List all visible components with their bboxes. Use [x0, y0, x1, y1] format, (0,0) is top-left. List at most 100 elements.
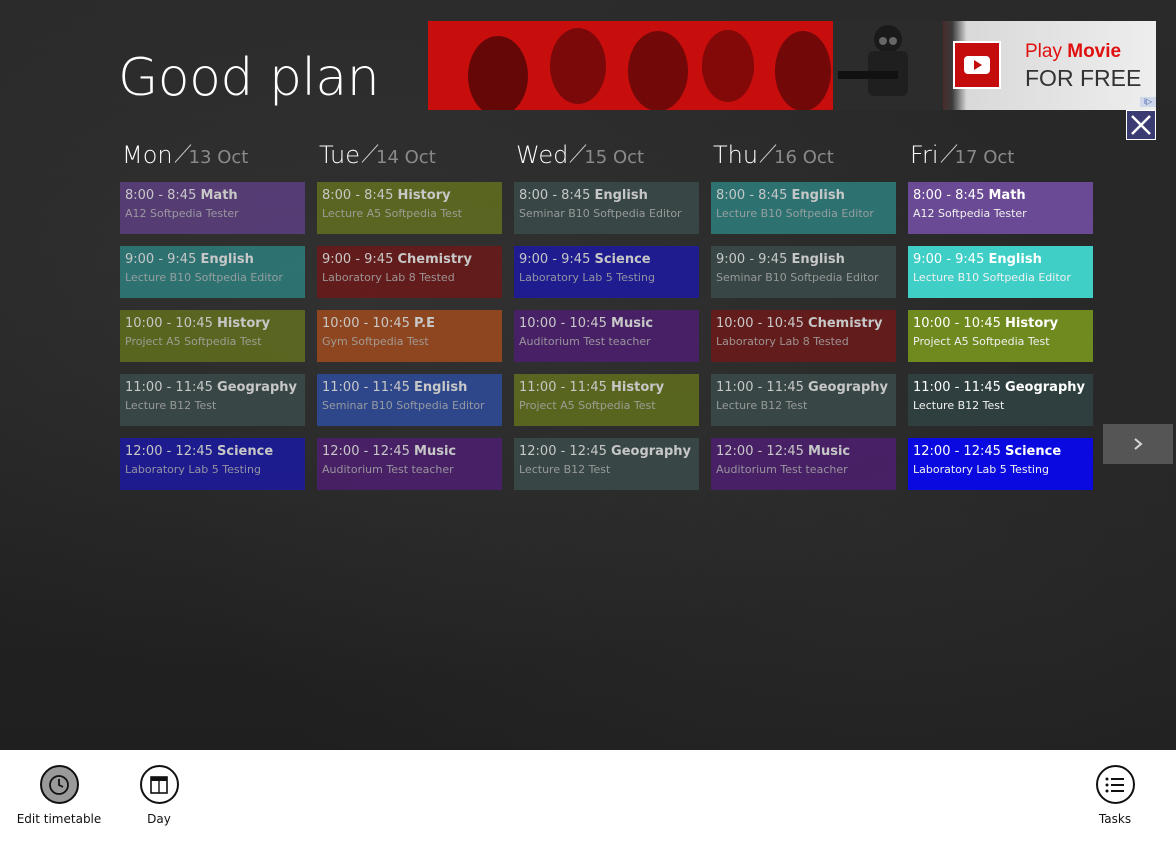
lesson-details: Lecture B10 Softpedia Editor — [716, 207, 874, 220]
edit-timetable-button[interactable]: Edit timetable — [9, 765, 109, 826]
lesson-tile[interactable]: 8:00 - 8:45 English Seminar B10 Softpedia… — [514, 182, 699, 234]
lesson-details: Auditorium Test teacher — [519, 335, 651, 348]
ad-movie-figures-image — [428, 21, 848, 110]
lesson-tile[interactable]: 11:00 - 11:45 Geography Lecture B12 Test — [120, 374, 305, 426]
lesson-tile[interactable]: 8:00 - 8:45 History Lecture A5 Softpedia … — [317, 182, 502, 234]
lesson-time: 11:00 - 11:45 — [125, 380, 213, 395]
lesson-subject: Math — [200, 188, 238, 203]
page-title: Good plan — [118, 48, 380, 108]
day-view-label: Day — [147, 812, 171, 826]
lesson-tile[interactable]: 11:00 - 11:45 Geography Lecture B12 Test — [711, 374, 896, 426]
lesson-time-subject: 11:00 - 11:45 Geography — [716, 379, 896, 397]
lesson-details: Project A5 Softpedia Test — [125, 335, 262, 348]
lesson-subject: History — [611, 380, 665, 395]
timetable-board: Good plan Play Movie FOR FREE i▷ Mon 13 O… — [0, 0, 1176, 750]
calendar-day-icon — [139, 765, 179, 804]
lesson-time: 8:00 - 8:45 — [913, 188, 985, 203]
lesson-time: 11:00 - 11:45 — [716, 380, 804, 395]
lesson-details: Laboratory Lab 8 Tested — [322, 271, 455, 284]
lesson-tile[interactable]: 9:00 - 9:45 Science Laboratory Lab 5 Test… — [514, 246, 699, 298]
lesson-tile[interactable]: 8:00 - 8:45 Math A12 Softpedia Tester — [120, 182, 305, 234]
lesson-tile[interactable]: 10:00 - 10:45 History Project A5 Softpedi… — [120, 310, 305, 362]
lesson-details: Auditorium Test teacher — [322, 463, 454, 476]
lesson-tile[interactable]: 10:00 - 10:45 Chemistry Laboratory Lab 8 … — [711, 310, 896, 362]
day-separator — [358, 141, 376, 167]
day-name: Mon — [122, 141, 173, 169]
lesson-time-subject: 8:00 - 8:45 History — [322, 187, 502, 205]
edit-timetable-label: Edit timetable — [16, 812, 102, 826]
app-bar: Edit timetable Day Tasks — [0, 750, 1176, 854]
lesson-time-subject: 8:00 - 8:45 Math — [125, 187, 305, 205]
close-ad-button[interactable] — [1126, 110, 1156, 140]
day-header-fri: Fri 17 Oct — [910, 141, 1014, 173]
lesson-tile[interactable]: 9:00 - 9:45 Chemistry Laboratory Lab 8 Te… — [317, 246, 502, 298]
lesson-tile[interactable]: 9:00 - 9:45 English Lecture B10 Softpedia… — [908, 246, 1093, 298]
advertisement-banner[interactable]: Play Movie FOR FREE — [428, 21, 1156, 110]
lesson-details: Lecture B12 Test — [519, 463, 611, 476]
lesson-tile[interactable]: 8:00 - 8:45 English Lecture B10 Softpedia… — [711, 182, 896, 234]
lesson-tile[interactable]: 10:00 - 10:45 P.E Gym Softpedia Test — [317, 310, 502, 362]
lesson-tile[interactable]: 12:00 - 12:45 Music Auditorium Test teach… — [711, 438, 896, 490]
lesson-tile[interactable]: 10:00 - 10:45 History Project A5 Softpedi… — [908, 310, 1093, 362]
lesson-time: 12:00 - 12:45 — [322, 444, 410, 459]
lesson-time-subject: 9:00 - 9:45 Science — [519, 251, 699, 269]
day-date: 17 Oct — [954, 147, 1015, 168]
lesson-tile[interactable]: 9:00 - 9:45 English Seminar B10 Softpedia… — [711, 246, 896, 298]
lesson-time: 11:00 - 11:45 — [519, 380, 607, 395]
lesson-details: Laboratory Lab 5 Testing — [125, 463, 261, 476]
tasks-button[interactable]: Tasks — [1065, 765, 1165, 826]
lesson-tile[interactable]: 12:00 - 12:45 Music Auditorium Test teach… — [317, 438, 502, 490]
lesson-details: Lecture B10 Softpedia Editor — [913, 271, 1071, 284]
lesson-time-subject: 11:00 - 11:45 Geography — [913, 379, 1093, 397]
list-icon — [1095, 765, 1135, 804]
lesson-tile[interactable]: 11:00 - 11:45 History Project A5 Softpedi… — [514, 374, 699, 426]
lesson-tile[interactable]: 11:00 - 11:45 Geography Lecture B12 Test — [908, 374, 1093, 426]
lesson-subject: History — [217, 316, 271, 331]
lesson-time: 9:00 - 9:45 — [519, 252, 591, 267]
day-separator — [756, 141, 774, 167]
lesson-details: Auditorium Test teacher — [716, 463, 848, 476]
lesson-details: Project A5 Softpedia Test — [913, 335, 1050, 348]
lesson-details: Seminar B10 Softpedia Editor — [322, 399, 485, 412]
next-week-button[interactable] — [1103, 424, 1173, 464]
lesson-time: 12:00 - 12:45 — [716, 444, 804, 459]
lesson-details: Seminar B10 Softpedia Editor — [716, 271, 879, 284]
day-name: Tue — [319, 141, 360, 169]
lesson-details: Gym Softpedia Test — [322, 335, 429, 348]
lesson-time: 11:00 - 11:45 — [322, 380, 410, 395]
lesson-tile[interactable]: 9:00 - 9:45 English Lecture B10 Softpedia… — [120, 246, 305, 298]
lesson-subject: Science — [1005, 444, 1062, 459]
lesson-time-subject: 10:00 - 10:45 History — [913, 315, 1093, 333]
lesson-subject: Chemistry — [397, 252, 472, 267]
lesson-time-subject: 11:00 - 11:45 History — [519, 379, 699, 397]
lesson-tile[interactable]: 8:00 - 8:45 Math A12 Softpedia Tester — [908, 182, 1093, 234]
lesson-tile[interactable]: 11:00 - 11:45 English Seminar B10 Softped… — [317, 374, 502, 426]
lesson-time: 8:00 - 8:45 — [125, 188, 197, 203]
lesson-time-subject: 8:00 - 8:45 Math — [913, 187, 1093, 205]
lesson-subject: Science — [217, 444, 274, 459]
lesson-details: Lecture B12 Test — [716, 399, 808, 412]
lesson-tile[interactable]: 12:00 - 12:45 Science Laboratory Lab 5 Te… — [908, 438, 1093, 490]
lesson-subject: English — [200, 252, 254, 267]
lesson-subject: English — [414, 380, 468, 395]
ad-choices-icon[interactable]: i▷ — [1140, 97, 1156, 107]
lesson-tile[interactable]: 12:00 - 12:45 Geography Lecture B12 Test — [514, 438, 699, 490]
lesson-tile[interactable]: 12:00 - 12:45 Science Laboratory Lab 5 Te… — [120, 438, 305, 490]
lesson-time-subject: 10:00 - 10:45 History — [125, 315, 305, 333]
ad-soldier-image — [833, 21, 943, 110]
lesson-subject: Music — [611, 316, 654, 331]
lesson-time: 12:00 - 12:45 — [125, 444, 213, 459]
lesson-details: A12 Softpedia Tester — [913, 207, 1027, 220]
youtube-play-icon[interactable] — [953, 41, 1001, 89]
day-header-tue: Tue 14 Oct — [319, 141, 436, 173]
lesson-subject: English — [988, 252, 1042, 267]
lesson-subject: Math — [988, 188, 1026, 203]
lesson-time-subject: 12:00 - 12:45 Science — [125, 443, 305, 461]
lesson-time-subject: 9:00 - 9:45 Chemistry — [322, 251, 502, 269]
day-header-wed: Wed 15 Oct — [516, 141, 644, 173]
chevron-right-icon — [1134, 438, 1143, 450]
day-name: Thu — [713, 141, 759, 169]
day-view-button[interactable]: Day — [109, 765, 209, 826]
lesson-tile[interactable]: 10:00 - 10:45 Music Auditorium Test teach… — [514, 310, 699, 362]
lesson-time-subject: 9:00 - 9:45 English — [913, 251, 1093, 269]
